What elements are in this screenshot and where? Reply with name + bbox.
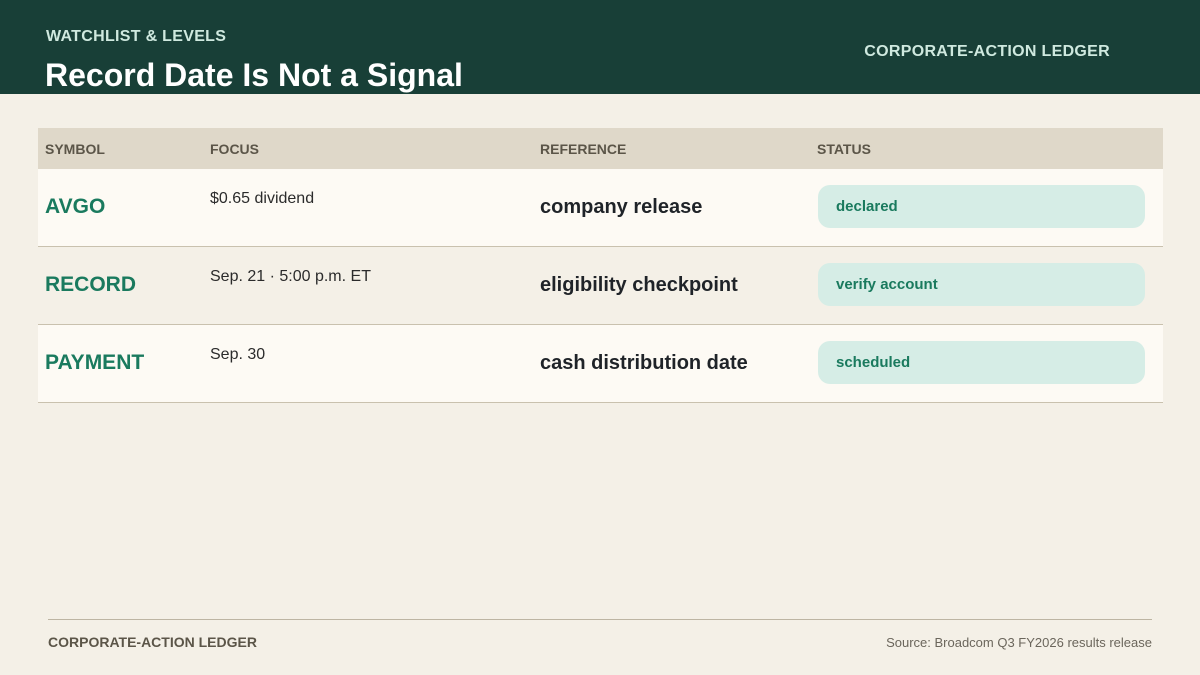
status-label: verify account bbox=[836, 276, 938, 293]
symbol-cell: AVGO bbox=[45, 195, 106, 218]
table-row: PAYMENT Sep. 30 cash distribution date s… bbox=[38, 325, 1163, 403]
reference-cell: company release bbox=[540, 196, 703, 218]
status-badge: verify account bbox=[818, 263, 1145, 306]
focus-cell: Sep. 21 · 5:00 p.m. ET bbox=[210, 268, 371, 285]
column-header-focus: FOCUS bbox=[210, 141, 259, 157]
symbol-cell: RECORD bbox=[45, 273, 137, 296]
table-header: SYMBOL FOCUS REFERENCE STATUS bbox=[38, 128, 1163, 169]
column-header-status: STATUS bbox=[817, 141, 871, 157]
page-title: Record Date Is Not a Signal bbox=[45, 57, 463, 93]
reference-cell: cash distribution date bbox=[540, 352, 748, 374]
header-bar: WATCHLIST & LEVELS Record Date Is Not a … bbox=[0, 0, 1200, 94]
status-label: scheduled bbox=[836, 354, 911, 371]
column-header-reference: REFERENCE bbox=[540, 141, 627, 157]
focus-cell: Sep. 30 bbox=[210, 346, 266, 363]
ledger-table: SYMBOL FOCUS REFERENCE STATUS AVGO $0.65… bbox=[38, 128, 1163, 403]
table-row: RECORD Sep. 21 · 5:00 p.m. ET eligibilit… bbox=[38, 247, 1163, 325]
footer-divider bbox=[48, 619, 1152, 620]
brand-label: CORPORATE-ACTION LEDGER bbox=[864, 43, 1110, 60]
table-row: AVGO $0.65 dividend company release decl… bbox=[38, 169, 1163, 247]
symbol-cell: PAYMENT bbox=[45, 351, 145, 374]
column-header-symbol: SYMBOL bbox=[45, 141, 105, 157]
status-label: declared bbox=[836, 198, 898, 215]
reference-cell: eligibility checkpoint bbox=[540, 274, 738, 296]
section-kicker: WATCHLIST & LEVELS bbox=[46, 28, 227, 45]
source-note: Source: Broadcom Q3 FY2026 results relea… bbox=[886, 635, 1152, 650]
status-badge: scheduled bbox=[818, 341, 1145, 384]
footer-brand: CORPORATE-ACTION LEDGER bbox=[48, 634, 257, 650]
status-badge: declared bbox=[818, 185, 1145, 228]
focus-cell: $0.65 dividend bbox=[210, 190, 315, 207]
